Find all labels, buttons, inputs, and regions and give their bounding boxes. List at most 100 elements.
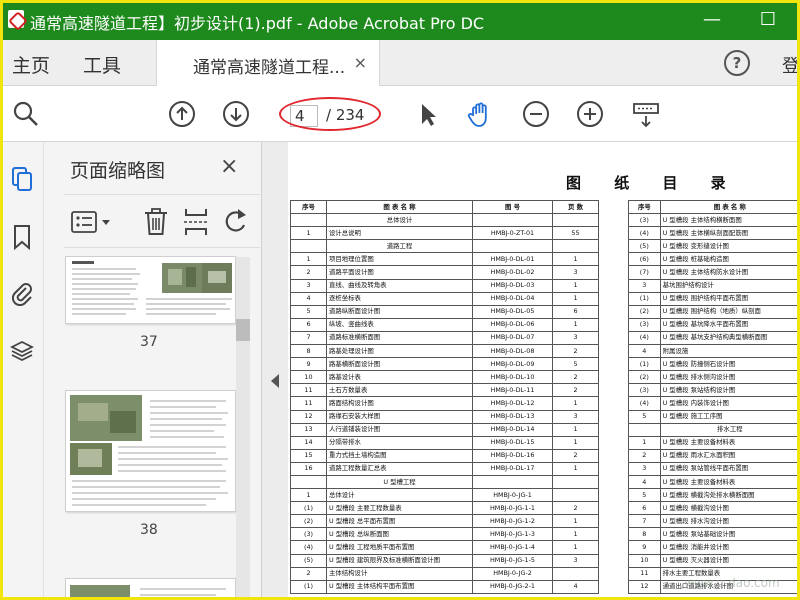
- table-cell: 4: [552, 579, 599, 594]
- previous-page-icon[interactable]: [168, 100, 196, 128]
- table-cell: 设计总说明: [326, 226, 473, 241]
- table-cell: 11: [628, 566, 661, 581]
- table-row: 3 基坑围护结构设计: [628, 278, 800, 293]
- table-cell: HMBJ-0-DL-02: [472, 265, 553, 280]
- table-cell: (4): [628, 396, 661, 411]
- table-cell: [552, 474, 599, 490]
- layers-icon[interactable]: [10, 338, 34, 364]
- table-cell: 5: [628, 409, 661, 424]
- zoom-out-icon[interactable]: [522, 100, 550, 128]
- thumbnail-toolbar: [64, 194, 260, 248]
- table-cell: HMBJ-0-DL-08: [472, 344, 553, 359]
- minimize-button[interactable]: —: [700, 8, 724, 32]
- navigation-rail: [0, 142, 44, 600]
- zoom-in-icon[interactable]: [576, 100, 604, 128]
- table-header-row: 序号 图 表 名 称: [628, 199, 800, 215]
- table-cell: HMBJ-0-DL-05: [472, 304, 553, 319]
- table-row: (1) U 型槽段 主体结构平面布置图 HMBJ-0-JG-2-1 4: [290, 579, 599, 594]
- document-tab[interactable]: 通常高速隧道工程... ×: [156, 40, 380, 86]
- header-cell: 序号: [628, 199, 661, 215]
- table-cell: (5): [290, 553, 327, 568]
- table-cell: 2: [552, 501, 599, 516]
- table-row: (5) U 型槽段 建筑限界及标准横断面设计图 HMBJ-0-JG-1-5 3: [290, 553, 599, 568]
- table-cell: U 型槽段 围护结构平面布置图: [659, 291, 800, 306]
- table-cell: 1: [552, 278, 599, 293]
- table-cell: 10: [290, 370, 327, 385]
- table-cell: 8: [628, 527, 661, 542]
- rotate-icon[interactable]: [222, 207, 250, 237]
- table-cell: 1: [552, 514, 599, 529]
- table-cell: 1: [290, 488, 327, 503]
- table-cell: 2: [628, 448, 661, 463]
- table-row: (2) U 型槽段 排水侧沟设计图: [628, 370, 800, 385]
- table-cell: 路基处理设计图: [326, 344, 473, 359]
- table-cell: 路基设计表: [326, 370, 473, 385]
- table-cell: HMBJ-0-ZT-01: [472, 226, 553, 241]
- close-panel-icon[interactable]: ×: [220, 154, 238, 179]
- thumbnail-scrollbar[interactable]: [236, 257, 250, 600]
- table-cell: 附属设施: [659, 344, 800, 359]
- options-menu-icon[interactable]: [70, 209, 116, 235]
- table-row: (4) U 型槽段 主体横纵剖面配筋图: [628, 226, 800, 241]
- table-cell: (6): [628, 252, 661, 267]
- table-cell: 1: [552, 422, 599, 437]
- table-row: (3) U 型槽段 主体结构横断面图: [628, 213, 800, 228]
- table-row: 5U 型槽段 横截沟处排水横断面图: [628, 488, 800, 503]
- table-cell: U 型槽段 基坑降水平面布置图: [659, 317, 800, 332]
- tools-menu[interactable]: 工具: [83, 51, 121, 78]
- bookmark-icon[interactable]: [10, 224, 34, 250]
- thumbnail-panel-title: 页面缩略图: [70, 160, 166, 182]
- table-cell: 9: [290, 357, 327, 372]
- keyboard-icon[interactable]: [632, 100, 660, 128]
- scrollbar-thumb[interactable]: [236, 319, 250, 341]
- help-icon[interactable]: ?: [724, 50, 750, 76]
- document-view[interactable]: 图 纸 目 录 序号 图 表 名 称 图 号 页 数 总体设计 1 设计总说明 HMB…: [288, 142, 800, 600]
- search-zoom-icon[interactable]: [12, 100, 40, 128]
- extract-page-icon[interactable]: [182, 207, 210, 237]
- collapse-panel-button[interactable]: [262, 142, 288, 600]
- home-menu[interactable]: 主页: [12, 51, 50, 78]
- next-page-icon[interactable]: [222, 100, 250, 128]
- page-thumbnail[interactable]: [65, 390, 236, 512]
- table-row: 12 路缘石安装大样图 HMBJ-0-DL-13 3: [290, 409, 599, 424]
- table-row: (4) U 型槽段 工程地质平面布置图 HMBJ-0-JG-1-4 1: [290, 540, 599, 555]
- page-thumbnail[interactable]: [65, 578, 236, 600]
- close-icon[interactable]: ×: [354, 53, 367, 72]
- table-row: (6) U 型槽段 桩基础构造图: [628, 252, 800, 267]
- table-cell: 7: [290, 330, 327, 346]
- table-cell: 道路平面设计图: [326, 265, 473, 280]
- table-cell: 纵坡、竖曲线表: [326, 317, 473, 332]
- delete-icon[interactable]: [142, 207, 170, 237]
- table-cell: U 型槽段 主要设备材料表: [659, 435, 800, 450]
- table-cell: U 型槽段 泵站管线平面布置图: [659, 461, 800, 476]
- page-thumbnails-icon[interactable]: [10, 166, 34, 192]
- table-cell: 1: [552, 291, 599, 306]
- table-row: 5 道路纵断面设计图 HMBJ-0-DL-05 6: [290, 304, 599, 319]
- table-cell: 11: [290, 383, 327, 398]
- table-cell: 6: [552, 304, 599, 319]
- login-button[interactable]: 登: [782, 52, 800, 78]
- table-row: (7) U 型槽段 主体结构防水设计图: [628, 265, 800, 280]
- table-cell: 3: [552, 330, 599, 346]
- table-cell: (1): [628, 291, 661, 306]
- select-pointer-icon[interactable]: [414, 100, 442, 128]
- table-cell: [552, 239, 599, 254]
- table-cell: 5: [628, 488, 661, 503]
- table-cell: (2): [628, 304, 661, 319]
- table-cell: U 型槽段 消能井设计图: [659, 540, 800, 555]
- table-header-row: 序号 图 表 名 称 图 号 页 数: [290, 199, 599, 215]
- title-bar: 通常高速隧道工程】初步设计(1).pdf - Adobe Acrobat Pro…: [0, 0, 800, 40]
- table-cell: U 型槽段 主体结构防水设计图: [659, 265, 800, 280]
- table-cell: 10: [628, 553, 661, 568]
- table-cell: [472, 474, 553, 490]
- attachment-icon[interactable]: [10, 280, 34, 306]
- table-cell: 55: [552, 226, 599, 241]
- table-row: 4 附属设施: [628, 344, 800, 359]
- hand-tool-icon[interactable]: [466, 100, 494, 128]
- table-row: 7U 型槽段 排水沟设计图: [628, 514, 800, 529]
- table-cell: 道路标准横断面图: [326, 330, 473, 346]
- table-row: (1) U 型槽段 主要工程数量表 HMBJ-0-JG-1-1 2: [290, 501, 599, 516]
- maximize-button[interactable]: ☐: [756, 8, 780, 32]
- table-cell: [552, 213, 599, 228]
- page-thumbnail[interactable]: [65, 256, 236, 324]
